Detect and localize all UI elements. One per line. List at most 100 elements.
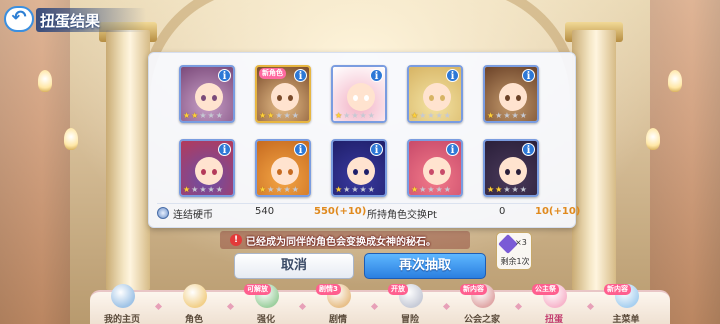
character-eye xyxy=(429,169,434,175)
star-icon: ★ xyxy=(495,111,503,120)
character-eye xyxy=(212,169,217,175)
star-icon: ★ xyxy=(207,111,215,120)
results-panel: i ★ ★ ★ ★ ★ i 新角色 ★ ★ ★ ★ ★ i ★ ★ ★ ★ ★ i ★ ★ ★ ★ ★ i ★ ★ ★ ★ ★ i ★ ★ ★ ★ ★ i… xyxy=(148,52,580,228)
nav-separator xyxy=(154,302,163,311)
star-icon: ★ xyxy=(519,111,527,120)
result-card[interactable]: i ★ ★ ★ ★ ★ xyxy=(179,139,235,197)
star-icon: ★ xyxy=(215,185,223,194)
cancel-button[interactable]: 取消 xyxy=(234,253,354,279)
star-icon: ★ xyxy=(267,185,275,194)
curtain-right xyxy=(650,0,720,324)
divider xyxy=(157,203,569,204)
star-icon: ★ xyxy=(351,111,359,120)
star-icon: ★ xyxy=(335,111,343,120)
star-rating: ★ ★ ★ ★ ★ xyxy=(335,112,375,120)
character-face xyxy=(271,157,299,185)
info-icon[interactable]: i xyxy=(294,143,307,156)
character-face xyxy=(271,83,299,111)
remaining-multiplier: ×3 xyxy=(515,238,527,247)
star-icon: ★ xyxy=(443,185,451,194)
result-card[interactable]: i 新角色 ★ ★ ★ ★ ★ xyxy=(255,65,311,123)
nav-label: 冒险 xyxy=(400,315,419,324)
star-icon: ★ xyxy=(519,185,527,194)
info-icon[interactable]: i xyxy=(294,69,307,82)
nav-label: 角色 xyxy=(184,315,203,324)
star-icon: ★ xyxy=(283,185,291,194)
info-icon[interactable]: i xyxy=(370,69,383,82)
star-icon: ★ xyxy=(503,185,511,194)
info-icon[interactable]: i xyxy=(446,143,459,156)
star-icon: ★ xyxy=(343,185,351,194)
info-icon[interactable]: i xyxy=(218,143,231,156)
result-card[interactable]: i ★ ★ ★ ★ ★ xyxy=(179,65,235,123)
nav-item[interactable]: 新内容主菜单 xyxy=(598,284,654,324)
result-card[interactable]: i ★ ★ ★ ★ ★ xyxy=(331,139,387,197)
star-icon: ★ xyxy=(411,111,419,120)
nav-separator xyxy=(586,302,595,311)
character-face xyxy=(423,157,451,185)
star-icon: ★ xyxy=(411,185,419,194)
character-eye xyxy=(277,95,282,101)
character-eye xyxy=(505,95,510,101)
character-face xyxy=(195,83,223,111)
star-icon: ★ xyxy=(419,185,427,194)
character-eye xyxy=(516,169,521,175)
star-icon: ★ xyxy=(359,111,367,120)
nav-item[interactable]: 角色 xyxy=(166,284,222,324)
result-card[interactable]: i ★ ★ ★ ★ ★ xyxy=(255,139,311,197)
star-icon: ★ xyxy=(291,185,299,194)
back-button[interactable]: ↶ xyxy=(4,6,34,32)
character-face xyxy=(499,157,527,185)
star-icon: ★ xyxy=(503,111,511,120)
star-icon: ★ xyxy=(275,111,283,120)
result-card[interactable]: i ★ ★ ★ ★ ★ xyxy=(331,65,387,123)
star-icon: ★ xyxy=(191,111,199,120)
nav-item[interactable]: 可解放 强化 xyxy=(238,284,294,324)
character-eye xyxy=(288,95,293,101)
star-icon: ★ xyxy=(487,111,495,120)
result-card[interactable]: i ★ ★ ★ ★ ★ xyxy=(483,65,539,123)
character-face xyxy=(347,157,375,185)
info-icon[interactable]: i xyxy=(218,69,231,82)
star-icon: ★ xyxy=(259,185,267,194)
nav-label: 剧情 xyxy=(328,315,347,324)
nav-badge: 开放 xyxy=(388,284,408,295)
warning-icon: ! xyxy=(230,234,242,246)
nav-separator xyxy=(370,302,379,311)
star-rating: ★ ★ ★ ★ ★ xyxy=(487,186,527,194)
lamp-icon xyxy=(64,128,78,150)
nav-badge: 新内容 xyxy=(604,284,631,295)
star-rating: ★ ★ ★ ★ ★ xyxy=(259,186,299,194)
nav-item[interactable]: 公主祭 扭蛋 xyxy=(526,284,582,324)
top-bar: ↶ 扭蛋结果 xyxy=(0,0,720,40)
nav-badge: 新内容 xyxy=(460,284,487,295)
result-card[interactable]: i ★ ★ ★ ★ ★ xyxy=(483,139,539,197)
character-eye xyxy=(288,169,293,175)
pillar-right xyxy=(572,30,616,290)
back-arrow-icon: ↶ xyxy=(11,7,27,28)
nav-item[interactable]: 我的主页 xyxy=(94,284,150,324)
character-eye xyxy=(201,169,206,175)
result-card[interactable]: i ★ ★ ★ ★ ★ xyxy=(407,65,463,123)
star-icon: ★ xyxy=(367,185,375,194)
notice-message: 已经成为同伴的角色会变换成女神的秘石。 xyxy=(246,237,436,248)
nav-item[interactable]: 开放冒险 xyxy=(382,284,438,324)
draw-again-button[interactable]: 再次抽取 xyxy=(364,253,486,279)
star-icon: ★ xyxy=(427,185,435,194)
pt-value: 0 xyxy=(499,206,506,217)
nav-label: 主菜单 xyxy=(612,315,640,324)
nav-item[interactable]: 剧情3 剧情 xyxy=(310,284,366,324)
nav-item[interactable]: 新内容 公会之家 xyxy=(454,284,510,324)
info-icon[interactable]: i xyxy=(522,143,535,156)
info-icon[interactable]: i xyxy=(370,143,383,156)
lamp-icon xyxy=(38,70,52,92)
star-icon: ★ xyxy=(511,185,519,194)
info-icon[interactable]: i xyxy=(446,69,459,82)
star-icon: ★ xyxy=(291,111,299,120)
star-icon: ★ xyxy=(259,111,267,120)
character-eye xyxy=(364,95,369,101)
character-eye xyxy=(212,95,217,101)
star-icon: ★ xyxy=(215,111,223,120)
info-icon[interactable]: i xyxy=(522,69,535,82)
result-card[interactable]: i ★ ★ ★ ★ ★ xyxy=(407,139,463,197)
